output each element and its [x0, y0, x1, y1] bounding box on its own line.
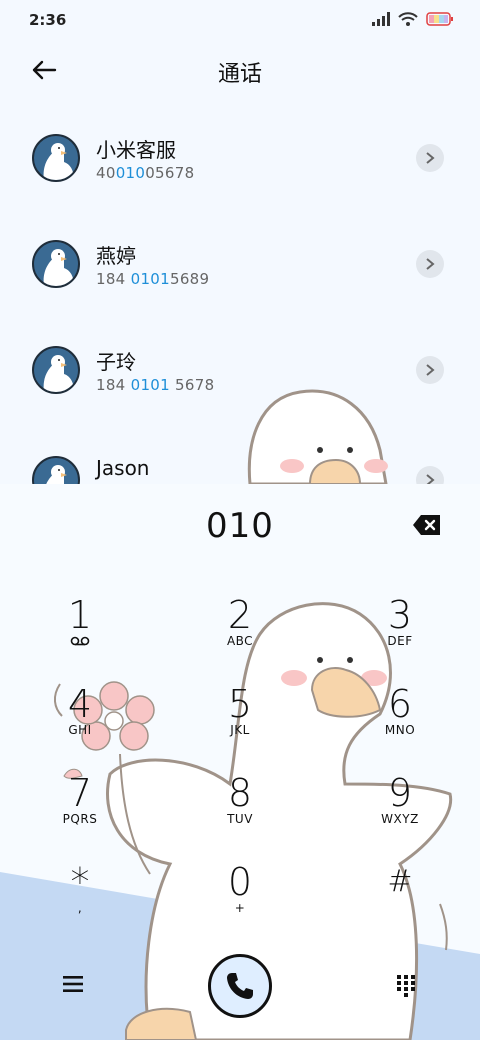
key-digit: 9	[387, 771, 413, 815]
status-icons	[372, 12, 454, 26]
key-star[interactable]: * ,	[30, 861, 130, 933]
number-prefix: 40	[96, 164, 116, 182]
contact-name: 燕婷	[96, 244, 136, 268]
avatar	[32, 456, 80, 484]
contact-name: Jason	[96, 456, 150, 480]
duck-avatar-icon	[43, 355, 74, 392]
backspace-icon	[413, 515, 440, 535]
number-prefix: 184	[96, 376, 131, 394]
wifi-icon	[398, 12, 418, 26]
key-letters: JKL	[230, 723, 250, 737]
cellular-signal-icon	[372, 12, 390, 26]
key-digit: #	[387, 864, 413, 899]
page-title: 通话	[217, 62, 262, 87]
key-2[interactable]: 2 ABC	[190, 594, 290, 666]
key-digit: 7	[67, 771, 93, 815]
number-suffix: 5678	[169, 376, 215, 394]
number-match: 010	[115, 164, 146, 182]
phone-icon	[227, 973, 253, 999]
key-4[interactable]: 4 GHI	[30, 683, 130, 755]
dialer-panel: 010 1 2 ABC 3 DEF 4 GHI 5 JKL 6 MNO 7 PQ…	[0, 484, 480, 1040]
dialpad-icon	[397, 975, 415, 997]
key-9[interactable]: 9 WXYZ	[350, 772, 450, 844]
key-letters: GHI	[68, 723, 92, 737]
chevron-right-icon[interactable]	[416, 356, 444, 384]
key-3[interactable]: 3 DEF	[350, 594, 450, 666]
list-item[interactable]: 小米客服 4001005678	[0, 100, 480, 206]
number-suffix: 05678	[145, 164, 195, 182]
voicemail-icon	[70, 636, 90, 646]
duck-avatar-icon	[46, 465, 67, 484]
key-0[interactable]: 0 +	[190, 861, 290, 933]
key-6[interactable]: 6 MNO	[350, 683, 450, 755]
chevron-right-icon[interactable]	[416, 144, 444, 172]
chevron-right-icon[interactable]	[416, 250, 444, 278]
status-bar: 2:36	[0, 0, 480, 40]
phone-screen: 2:36 通话 小米客服 4001005678 燕婷 184 01015689 …	[0, 0, 480, 1040]
key-digit: 2	[227, 593, 253, 637]
contact-list: 小米客服 4001005678 燕婷 184 01015689 子玲 184 0…	[0, 100, 480, 484]
call-button[interactable]	[208, 954, 272, 1018]
key-letters: PQRS	[62, 812, 98, 826]
dial-input[interactable]: 010	[0, 506, 480, 546]
number-prefix: 184	[96, 270, 131, 288]
key-digit: 8	[227, 771, 253, 815]
key-digit: 1	[67, 593, 93, 637]
avatar	[32, 240, 80, 288]
contact-number: 4001005678	[96, 164, 194, 182]
header: 通话	[0, 40, 480, 100]
menu-button[interactable]	[62, 974, 86, 998]
key-digit: *	[70, 860, 90, 904]
avatar	[32, 134, 80, 182]
key-1[interactable]: 1	[30, 594, 130, 666]
key-letters: +	[234, 901, 246, 915]
list-item[interactable]: Jason	[0, 418, 480, 484]
duck-avatar-icon	[43, 143, 74, 180]
key-digit: 5	[227, 682, 253, 726]
key-letters: WXYZ	[381, 812, 419, 826]
key-letters: DEF	[387, 634, 413, 648]
backspace-button[interactable]	[412, 514, 442, 536]
chevron-right-icon[interactable]	[416, 466, 444, 484]
key-letters: ,	[77, 901, 83, 915]
key-digit: 3	[387, 593, 413, 637]
key-letters: MNO	[384, 723, 416, 737]
contact-name: 子玲	[96, 350, 136, 374]
battery-icon	[426, 12, 453, 26]
key-letters: ABC	[226, 634, 254, 648]
key-5[interactable]: 5 JKL	[190, 683, 290, 755]
key-letters: TUV	[227, 812, 253, 826]
list-item[interactable]: 燕婷 184 01015689	[0, 206, 480, 312]
status-time: 2:36	[29, 11, 67, 29]
key-digit: 4	[67, 682, 93, 726]
key-digit: 6	[387, 682, 413, 726]
number-suffix: 5689	[169, 270, 210, 288]
number-match: 0101	[130, 270, 170, 288]
key-hash[interactable]: #	[350, 861, 450, 933]
duck-avatar-icon	[43, 249, 74, 286]
key-8[interactable]: 8 TUV	[190, 772, 290, 844]
key-digit: 0	[227, 860, 253, 904]
hamburger-menu-icon	[63, 976, 83, 992]
list-item[interactable]: 子玲 184 0101 5678	[0, 312, 480, 418]
contact-number: 184 01015689	[96, 270, 209, 288]
contact-number: 184 0101 5678	[96, 376, 214, 394]
number-match: 0101	[130, 376, 170, 394]
avatar	[32, 346, 80, 394]
dialpad-toggle-button[interactable]	[396, 974, 420, 998]
contact-name: 小米客服	[96, 138, 176, 162]
key-7[interactable]: 7 PQRS	[30, 772, 130, 844]
